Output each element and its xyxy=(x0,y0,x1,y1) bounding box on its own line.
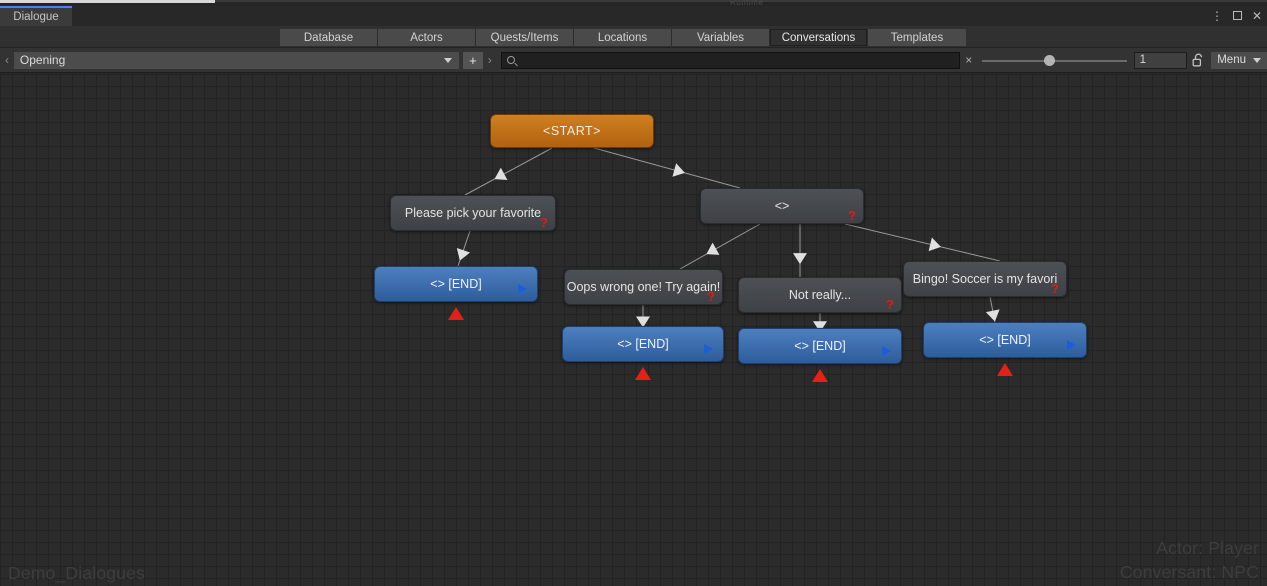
dialogue-node-label: <> [END] xyxy=(430,277,482,291)
tab-list: Database Actors Quests/Items Locations Varia… xyxy=(280,29,966,46)
conversation-dropdown-value: Opening xyxy=(19,53,66,67)
edge-arrowhead-icon xyxy=(985,309,1000,322)
dialogue-editor-window: Runtime Dialogue ⋮ ✕ Database Actors Quest… xyxy=(0,0,1267,586)
play-sequence-icon xyxy=(882,346,891,356)
condition-question-icon: ? xyxy=(886,297,894,312)
tab-label: Quests/Items xyxy=(490,31,559,44)
database-tab-row: Database Actors Quests/Items Locations Varia… xyxy=(0,26,1267,48)
edge-please-pick-to-end-left[interactable] xyxy=(457,230,471,267)
dialogue-node-label: <START> xyxy=(543,124,601,138)
dialogue-node-label: Bingo! Soccer is my favori xyxy=(912,272,1058,286)
tab-label: Actors xyxy=(410,31,443,44)
dialogue-node-end-right[interactable]: <> [END] xyxy=(923,322,1087,358)
window-titlebar: Dialogue ⋮ ✕ xyxy=(0,6,1267,26)
tab-label: Database xyxy=(303,31,354,44)
edge-arrowhead-icon xyxy=(928,237,941,252)
conversation-dropdown[interactable]: Opening xyxy=(13,51,459,69)
close-icon[interactable]: ✕ xyxy=(1252,10,1262,22)
dialogue-node-label: Please pick your favorite xyxy=(404,206,542,220)
tab-variables[interactable]: Variables xyxy=(672,29,770,46)
dialogue-node-canvas[interactable]: <START> Please pick your favorite? <>? <> [… xyxy=(0,74,1267,586)
condition-question-icon: ? xyxy=(848,208,856,223)
edge-arrowhead-icon xyxy=(456,247,471,261)
add-conversation-button[interactable]: + xyxy=(462,51,483,69)
search-field-wrap xyxy=(500,51,960,69)
window-controls: ⋮ ✕ xyxy=(1211,8,1262,24)
play-sequence-icon xyxy=(1067,340,1076,350)
tab-conversations[interactable]: Conversations xyxy=(770,29,868,46)
play-sequence-icon xyxy=(704,344,713,354)
dialogue-node-label: <> [END] xyxy=(794,339,846,353)
dialogue-node-not-really[interactable]: Not really...? xyxy=(738,277,902,313)
tab-quests-items[interactable]: Quests/Items xyxy=(476,29,574,46)
chevron-down-icon xyxy=(1253,57,1261,63)
maximize-icon[interactable] xyxy=(1232,10,1242,22)
chevron-down-icon xyxy=(443,57,452,63)
zoom-slider[interactable] xyxy=(981,52,1127,69)
condition-question-icon: ? xyxy=(707,289,715,304)
play-sequence-icon xyxy=(518,284,527,294)
tab-database[interactable]: Database xyxy=(280,29,378,46)
window-tab-dialogue[interactable]: Dialogue xyxy=(0,6,72,26)
dialogue-node-label: <> [END] xyxy=(979,333,1031,347)
event-marker-icon xyxy=(448,307,464,320)
dialogue-node-label: <> [END] xyxy=(617,337,669,351)
condition-question-icon: ? xyxy=(540,215,548,230)
search-icon xyxy=(506,55,515,64)
condition-question-icon: ? xyxy=(1051,281,1059,296)
edge-arrowhead-icon xyxy=(494,167,508,181)
kebab-menu-icon[interactable]: ⋮ xyxy=(1211,10,1223,22)
nav-forward-button[interactable]: › xyxy=(483,53,497,67)
edge-start-to-root-empty[interactable] xyxy=(593,147,741,189)
dialogue-node-please-pick[interactable]: Please pick your favorite? xyxy=(390,195,556,231)
edge-root-empty-to-oops[interactable] xyxy=(679,223,761,270)
dialogue-node-bingo[interactable]: Bingo! Soccer is my favori? xyxy=(903,261,1067,297)
edge-arrowhead-icon xyxy=(793,253,807,265)
dialogue-node-end-mid2[interactable]: <> [END] xyxy=(738,328,902,364)
tab-locations[interactable]: Locations xyxy=(574,29,672,46)
dialogue-node-oops[interactable]: Oops wrong one! Try again!? xyxy=(564,269,723,305)
unlocked-padlock-icon[interactable] xyxy=(1187,53,1209,67)
conversation-toolbar: ‹ Opening + › × 1 Menu xyxy=(0,48,1267,73)
nav-back-button[interactable]: ‹ xyxy=(0,53,14,67)
zoom-value: 1 xyxy=(1139,54,1147,66)
dialogue-node-end-left[interactable]: <> [END] xyxy=(374,266,538,302)
zoom-slider-handle[interactable] xyxy=(1043,54,1055,66)
edge-root-empty-to-bingo[interactable] xyxy=(844,223,1001,262)
event-marker-icon xyxy=(997,363,1013,376)
dialogue-node-label: <> xyxy=(774,199,790,213)
tab-templates[interactable]: Templates xyxy=(868,29,966,46)
tab-label: Templates xyxy=(890,31,944,44)
dialogue-node-label: Oops wrong one! Try again! xyxy=(566,280,721,294)
event-marker-icon xyxy=(812,369,828,382)
tab-label: Locations xyxy=(597,31,648,44)
event-marker-icon xyxy=(635,367,651,380)
dialogue-node-label: Not really... xyxy=(788,288,852,302)
tab-label: Variables xyxy=(696,31,745,44)
menu-dropdown-label: Menu xyxy=(1217,54,1246,66)
edge-arrowhead-icon xyxy=(672,163,685,177)
dialogue-node-end-mid1[interactable]: <> [END] xyxy=(562,326,724,362)
tab-actors[interactable]: Actors xyxy=(378,29,476,46)
menu-dropdown-button[interactable]: Menu xyxy=(1211,51,1267,69)
tab-label: Conversations xyxy=(781,31,856,44)
dialogue-node-start[interactable]: <START> xyxy=(490,114,654,148)
zoom-value-field[interactable]: 1 xyxy=(1133,51,1188,69)
window-tab-label: Dialogue xyxy=(13,11,59,23)
edge-start-to-please-pick[interactable] xyxy=(464,147,553,196)
search-input[interactable] xyxy=(519,54,959,66)
dialogue-node-root-empty[interactable]: <>? xyxy=(700,188,864,224)
clear-search-button[interactable]: × xyxy=(960,53,978,67)
edge-arrowhead-icon xyxy=(706,242,720,255)
